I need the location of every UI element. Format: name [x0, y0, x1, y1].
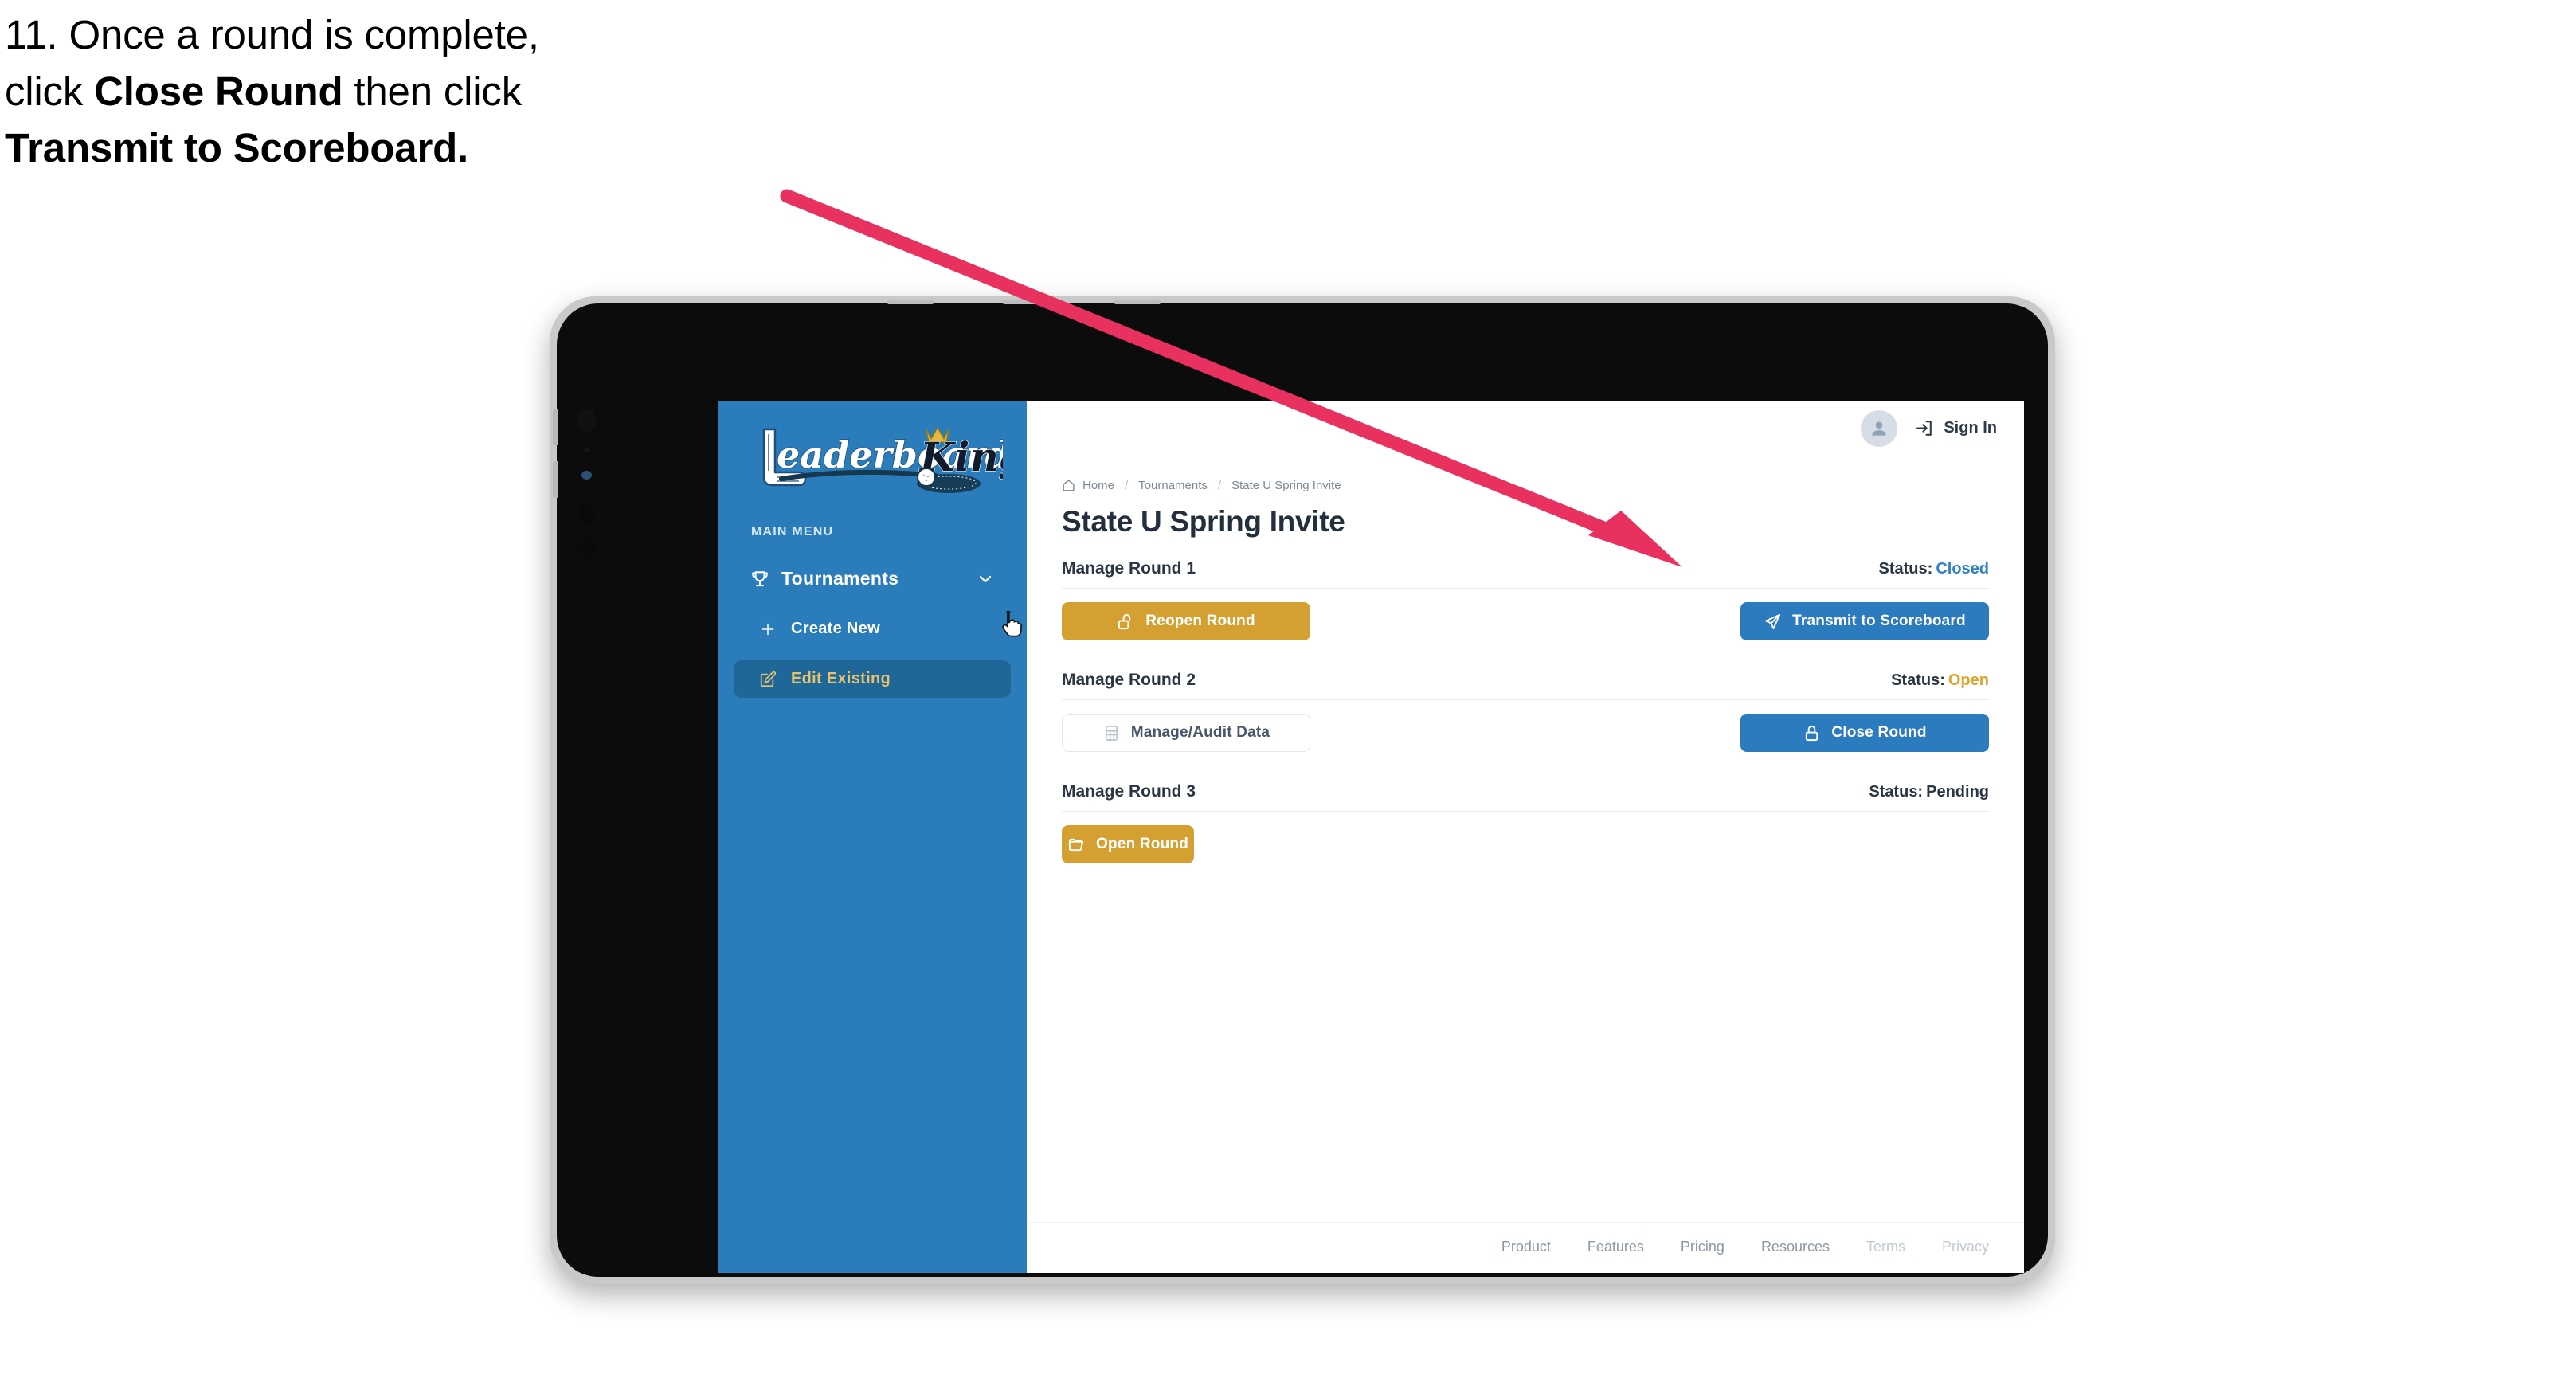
- chevron-down-icon[interactable]: [976, 570, 995, 589]
- sidebar-item-tournaments-label: Tournaments: [781, 568, 899, 589]
- footer-link-features[interactable]: Features: [1587, 1239, 1644, 1255]
- pointer-hand-cursor: [1002, 611, 1022, 637]
- page-body: Home / Tournaments / State U Spring Invi…: [1027, 456, 2024, 1222]
- unlock-icon: [1118, 613, 1131, 629]
- reopen-round-label: Reopen Round: [1145, 613, 1255, 629]
- round-3-title: Manage Round 3: [1062, 782, 1196, 801]
- round-block-3: Manage Round 3 Status:Pending Open Roun: [1062, 782, 1989, 863]
- round-2-title: Manage Round 2: [1062, 671, 1196, 689]
- device-speaker-icon: [578, 409, 596, 433]
- round-1-header: Manage Round 1 Status: Closed: [1062, 559, 1989, 589]
- round-1-title: Manage Round 1: [1062, 559, 1196, 578]
- tablet-device-frame: eaderboard King: [550, 296, 2055, 1284]
- user-avatar-icon: [1872, 421, 1886, 436]
- manage-audit-data-button[interactable]: Manage/Audit Data: [1062, 714, 1310, 752]
- footer-link-resources[interactable]: Resources: [1761, 1239, 1830, 1255]
- sidebar-item-tournaments[interactable]: Tournaments: [738, 560, 1006, 597]
- manage-audit-data-label: Manage/Audit Data: [1130, 724, 1270, 741]
- footer-link-terms[interactable]: Terms: [1866, 1239, 1905, 1255]
- sign-in-arrow-icon: [1916, 421, 1932, 436]
- device-top-notch: [887, 300, 934, 304]
- round-3-status-value: Pending: [1926, 783, 1989, 801]
- round-2-actions: Manage/Audit Data Close Round: [1062, 714, 1989, 752]
- footer-link-product[interactable]: Product: [1501, 1239, 1551, 1255]
- round-1-actions: Reopen Round Transmit to Scoreboard: [1062, 602, 1989, 640]
- sidebar-item-create-new[interactable]: Create New: [734, 610, 1011, 648]
- transmit-to-scoreboard-label: Transmit to Scoreboard: [1792, 613, 1966, 629]
- footer: Product Features Pricing Resources Terms…: [1027, 1222, 2024, 1273]
- device-volume-up-button[interactable]: [553, 409, 558, 445]
- trophy-icon: [752, 570, 768, 586]
- device-volume-down-button[interactable]: [553, 461, 558, 498]
- round-2-header: Manage Round 2 Status: Open: [1062, 671, 1989, 700]
- breadcrumb-separator: /: [1125, 479, 1129, 492]
- close-round-button[interactable]: Close Round: [1740, 714, 1989, 752]
- round-2-status-value: Open: [1948, 671, 1989, 689]
- instruction-line-2-post: then click: [343, 69, 522, 114]
- sidebar-item-create-new-label: Create New: [791, 620, 880, 637]
- reopen-round-button[interactable]: Reopen Round: [1062, 602, 1310, 640]
- device-sensor-icon: [578, 503, 596, 525]
- device-top-notch: [1114, 300, 1161, 304]
- instruction-transmit-emphasis: Transmit to Scoreboard.: [5, 125, 469, 170]
- instruction-line-2: click Close Round then click: [5, 71, 897, 112]
- breadcrumb-separator: /: [1217, 479, 1222, 492]
- tablet-bezel: eaderboard King: [553, 300, 2048, 1277]
- leaderboard-king-logo-icon: eaderboard King: [762, 427, 1003, 493]
- round-2-status: Status: Open: [1891, 671, 1989, 690]
- breadcrumb-item-tournaments[interactable]: Tournaments: [1138, 479, 1208, 492]
- round-1-status-label: Status:: [1878, 560, 1933, 578]
- paper-plane-icon: [1765, 613, 1781, 629]
- device-camera-icon: [581, 471, 592, 480]
- page-title: State U Spring Invite: [1062, 505, 1345, 538]
- screenshot-root: 11. Once a round is complete, click Clos…: [0, 0, 2576, 1386]
- breadcrumb: Home / Tournaments / State U Spring Invi…: [1062, 479, 1989, 492]
- round-block-1: Manage Round 1 Status:Closed Reopen Rou: [1062, 559, 1989, 640]
- instruction-line-1: 11. Once a round is complete,: [5, 12, 539, 57]
- edit-square-icon: [760, 671, 777, 687]
- sign-in-label: Sign In: [1944, 419, 1997, 437]
- round-1-status: Status: Closed: [1879, 560, 1989, 578]
- round-2-status-label: Status:: [1891, 671, 1945, 689]
- device-sensor-icon: [584, 447, 589, 452]
- sidebar: eaderboard King: [718, 401, 1027, 1273]
- plus-icon: [761, 623, 774, 635]
- folder-open-icon: [1068, 838, 1084, 851]
- instruction-line-3: Transmit to Scoreboard.: [5, 127, 897, 168]
- round-3-header: Manage Round 3 Status: Pending: [1062, 782, 1989, 812]
- sidebar-section-label: MAIN MENU: [751, 525, 834, 538]
- open-round-label: Open Round: [1096, 836, 1188, 852]
- footer-link-pricing[interactable]: Pricing: [1681, 1239, 1725, 1255]
- app-logo[interactable]: eaderboard King: [718, 418, 1027, 507]
- round-1-status-value: Closed: [1936, 560, 1989, 578]
- top-bar: Sign In: [1027, 401, 2024, 456]
- device-top-notch: [1003, 300, 1049, 304]
- device-sensor-icon: [578, 536, 597, 559]
- round-3-status: Status: Pending: [1869, 783, 1989, 801]
- footer-link-privacy[interactable]: Privacy: [1942, 1239, 1989, 1255]
- round-block-2: Manage Round 2 Status: Open Manage/Audit…: [1062, 671, 1989, 752]
- open-round-button[interactable]: Open Round: [1062, 825, 1194, 863]
- round-3-status-label: Status:: [1869, 783, 1924, 801]
- breadcrumb-item-current: State U Spring Invite: [1231, 479, 1341, 492]
- sidebar-item-edit-existing-label: Edit Existing: [791, 670, 891, 687]
- instruction-close-round-emphasis: Close Round: [94, 69, 343, 114]
- avatar[interactable]: [1861, 409, 1898, 447]
- round-3-actions: Open Round: [1062, 825, 1989, 863]
- sidebar-item-edit-existing[interactable]: Edit Existing: [734, 660, 1011, 698]
- table-grid-icon: [1105, 725, 1118, 741]
- main-content: Sign In Home / Tournaments / State U Spr…: [1027, 401, 2024, 1273]
- breadcrumb-item-home[interactable]: Home: [1082, 479, 1114, 492]
- app-screen: eaderboard King: [718, 401, 2024, 1273]
- sign-in-button[interactable]: Sign In: [1915, 418, 1997, 438]
- transmit-to-scoreboard-button[interactable]: Transmit to Scoreboard: [1740, 602, 1989, 640]
- instruction-line-2-pre: click: [5, 69, 95, 114]
- home-icon[interactable]: [1062, 479, 1075, 492]
- lock-icon: [1806, 725, 1818, 741]
- close-round-label: Close Round: [1831, 724, 1927, 741]
- instruction-caption: 11. Once a round is complete, click Clos…: [5, 14, 897, 184]
